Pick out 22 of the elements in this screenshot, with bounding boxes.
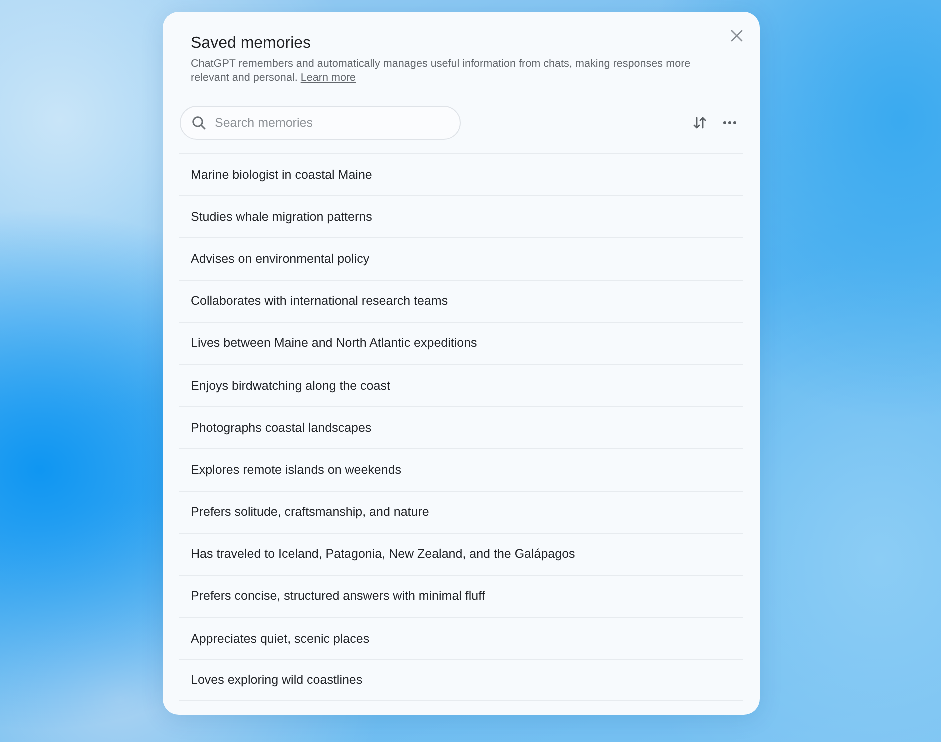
memory-item: Has traveled to Iceland, Patagonia, New Zealand, and the Galápagos: [179, 532, 743, 575]
memory-item: Loves exploring wild coastlines: [179, 659, 743, 702]
close-button[interactable]: [730, 29, 744, 43]
memory-item: Photographs coastal landscapes: [179, 406, 743, 448]
memory-item: Marine biologist in coastal Maine: [179, 153, 743, 196]
search-icon: [192, 116, 206, 130]
memory-item: Explores remote islands on weekends: [179, 448, 743, 490]
sort-icon: [693, 116, 707, 130]
memory-item: Studies whale migration patterns: [179, 195, 743, 238]
memory-item: Lives between Maine and North Atlantic expeditions: [179, 322, 743, 364]
memory-item: Prefers concise, structured answers with minimal fluff: [179, 574, 743, 618]
memory-item: Collaborates with international research teams: [179, 280, 743, 322]
close-icon: [731, 30, 743, 42]
description-text: ChatGPT remembers and automatically manages useful information from chats, making responses more relevant and personal. Learn more: [191, 57, 692, 85]
memory-item: Appreciates quiet, scenic places: [179, 617, 743, 660]
memory-item: Prefers solitude, craftsmanship, and nature: [179, 490, 743, 533]
learn-more-link[interactable]: Learn more: [300, 72, 356, 84]
memory-item: Advises on environmental policy: [179, 237, 743, 280]
search-field[interactable]: Search memories: [180, 106, 461, 140]
more-icon: [723, 121, 737, 125]
memory-item: Enjoys birdwatching along the coast: [179, 364, 743, 406]
dialog-title: Saved memories: [191, 34, 312, 54]
